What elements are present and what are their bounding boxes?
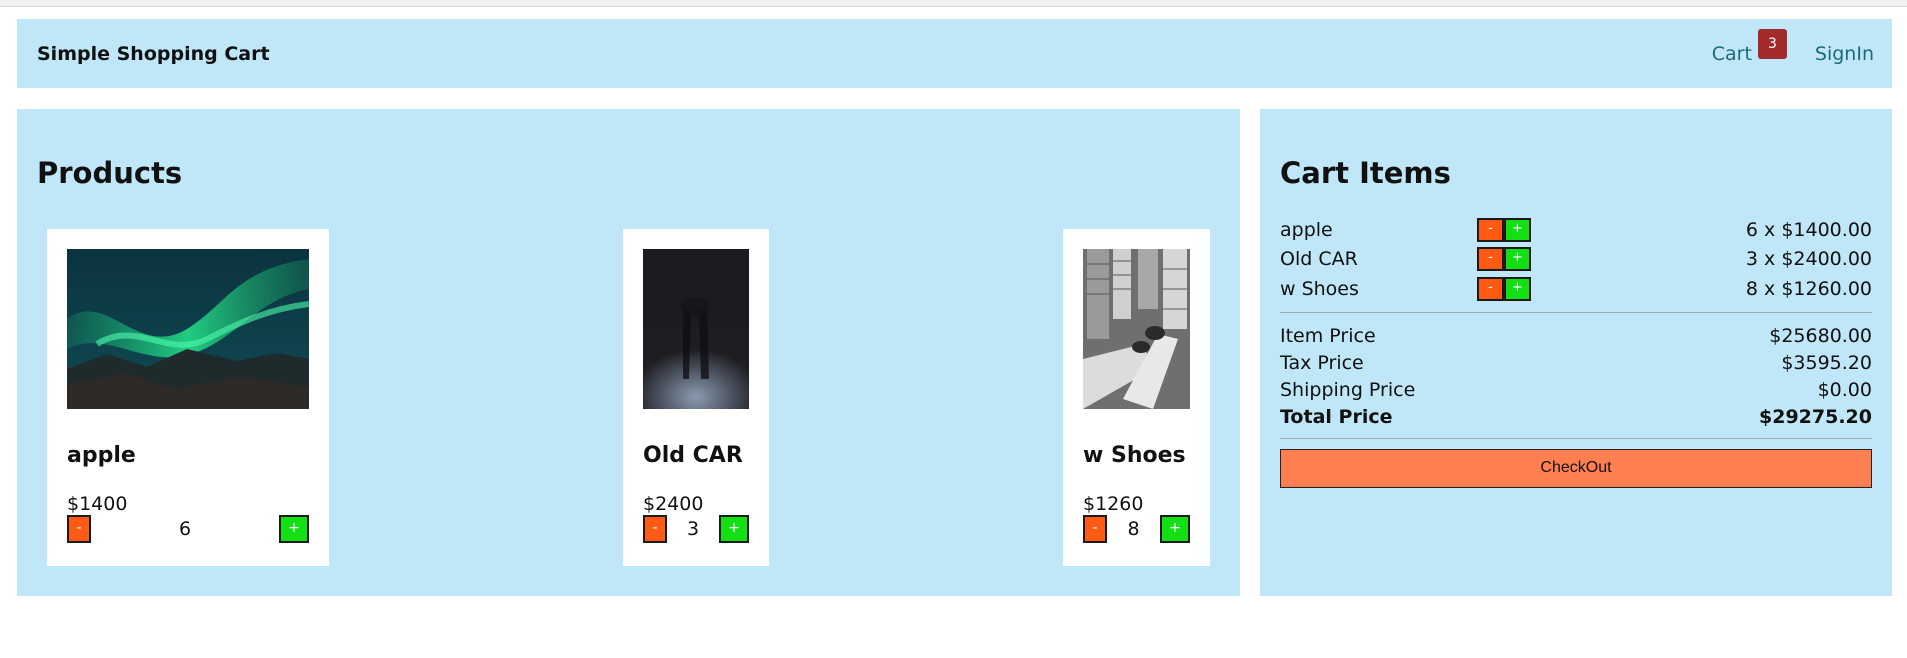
shipping-price-label: Shipping Price bbox=[1280, 378, 1416, 401]
cart-item-controls: - + bbox=[1477, 276, 1531, 301]
checkout-button[interactable]: CheckOut bbox=[1280, 448, 1872, 488]
quantity-stepper: - 6 + bbox=[67, 515, 309, 543]
product-card: w Shoes $1260 - 8 + bbox=[1063, 229, 1210, 566]
shipping-price-row: Shipping Price $0.00 bbox=[1280, 377, 1872, 404]
cart-item-name: Old CAR bbox=[1280, 248, 1358, 271]
cart-item-controls: - + bbox=[1477, 247, 1531, 272]
product-card: apple $1400 - 6 + bbox=[47, 229, 329, 566]
cart-item-row: w Shoes - + 8 x $1260.00 bbox=[1280, 274, 1872, 304]
cart-panel: Cart Items apple - + 6 x $1400.00 Old CA… bbox=[1260, 109, 1892, 596]
cart-item-row: Old CAR - + 3 x $2400.00 bbox=[1280, 245, 1872, 275]
product-name: Old CAR bbox=[643, 443, 743, 468]
cart-item-list: apple - + 6 x $1400.00 Old CAR - + 3 x $… bbox=[1280, 215, 1872, 304]
shipping-price-value: $0.00 bbox=[1817, 378, 1872, 401]
total-price-label: Total Price bbox=[1280, 405, 1393, 428]
product-card: Old CAR $2400 - 3 + bbox=[623, 229, 769, 566]
cart-item-amount: 3 x $2400.00 bbox=[1745, 248, 1872, 271]
increase-button[interactable]: + bbox=[1504, 217, 1531, 242]
cart-link[interactable]: Cart 3 bbox=[1711, 28, 1787, 65]
top-navbar: Simple Shopping Cart Cart 3 SignIn bbox=[17, 19, 1892, 88]
quantity-value: 8 bbox=[1127, 518, 1140, 540]
increase-button[interactable]: + bbox=[279, 515, 309, 543]
tax-price-value: $3595.20 bbox=[1781, 351, 1872, 374]
decrease-button[interactable]: - bbox=[1477, 247, 1504, 272]
browser-top-bar bbox=[0, 0, 1907, 7]
divider bbox=[1280, 311, 1872, 313]
item-price-row: Item Price $25680.00 bbox=[1280, 323, 1872, 350]
product-name: w Shoes bbox=[1083, 443, 1186, 468]
product-price: $2400 bbox=[643, 493, 704, 515]
cart-item-amount: 6 x $1400.00 bbox=[1745, 218, 1872, 241]
quantity-value: 6 bbox=[178, 518, 192, 540]
tax-price-row: Tax Price $3595.20 bbox=[1280, 350, 1872, 377]
decrease-button[interactable]: - bbox=[1083, 515, 1107, 543]
cart-item-name: apple bbox=[1280, 218, 1333, 241]
quantity-value: 3 bbox=[686, 518, 700, 540]
cart-link-label: Cart bbox=[1711, 42, 1752, 65]
item-price-label: Item Price bbox=[1280, 324, 1376, 347]
product-price: $1260 bbox=[1083, 493, 1144, 515]
product-price: $1400 bbox=[67, 493, 128, 515]
cart-heading: Cart Items bbox=[1280, 156, 1451, 190]
item-price-value: $25680.00 bbox=[1769, 324, 1872, 347]
quantity-stepper: - 8 + bbox=[1083, 515, 1190, 543]
increase-button[interactable]: + bbox=[1160, 515, 1190, 543]
decrease-button[interactable]: - bbox=[67, 515, 91, 543]
aurora-image bbox=[67, 249, 309, 409]
decrease-button[interactable]: - bbox=[1477, 276, 1504, 301]
shoes-city-image bbox=[1083, 249, 1190, 409]
dark-figure-image bbox=[643, 249, 749, 409]
tax-price-label: Tax Price bbox=[1280, 351, 1364, 374]
cart-item-row: apple - + 6 x $1400.00 bbox=[1280, 215, 1872, 245]
quantity-stepper: - 3 + bbox=[643, 515, 749, 543]
signin-link[interactable]: SignIn bbox=[1815, 43, 1874, 65]
decrease-button[interactable]: - bbox=[1477, 217, 1504, 242]
total-price-row: Total Price $29275.20 bbox=[1280, 404, 1872, 431]
increase-button[interactable]: + bbox=[1504, 247, 1531, 272]
increase-button[interactable]: + bbox=[1504, 276, 1531, 301]
brand-title[interactable]: Simple Shopping Cart bbox=[37, 43, 270, 65]
decrease-button[interactable]: - bbox=[643, 515, 667, 543]
divider bbox=[1280, 437, 1872, 439]
cart-item-amount: 8 x $1260.00 bbox=[1745, 277, 1872, 300]
total-price-value: $29275.20 bbox=[1759, 405, 1872, 428]
product-list: apple $1400 - 6 + Old CAR $2400 - 3 + w … bbox=[47, 229, 1210, 566]
product-name: apple bbox=[67, 443, 136, 468]
cart-item-name: w Shoes bbox=[1280, 277, 1359, 300]
products-heading: Products bbox=[37, 156, 183, 190]
nav-links: Cart 3 SignIn bbox=[1711, 28, 1874, 65]
cart-count-badge: 3 bbox=[1757, 28, 1787, 59]
cart-item-controls: - + bbox=[1477, 217, 1531, 242]
products-panel: Products apple $1400 - 6 + Old CAR $2400… bbox=[17, 109, 1240, 596]
increase-button[interactable]: + bbox=[719, 515, 749, 543]
